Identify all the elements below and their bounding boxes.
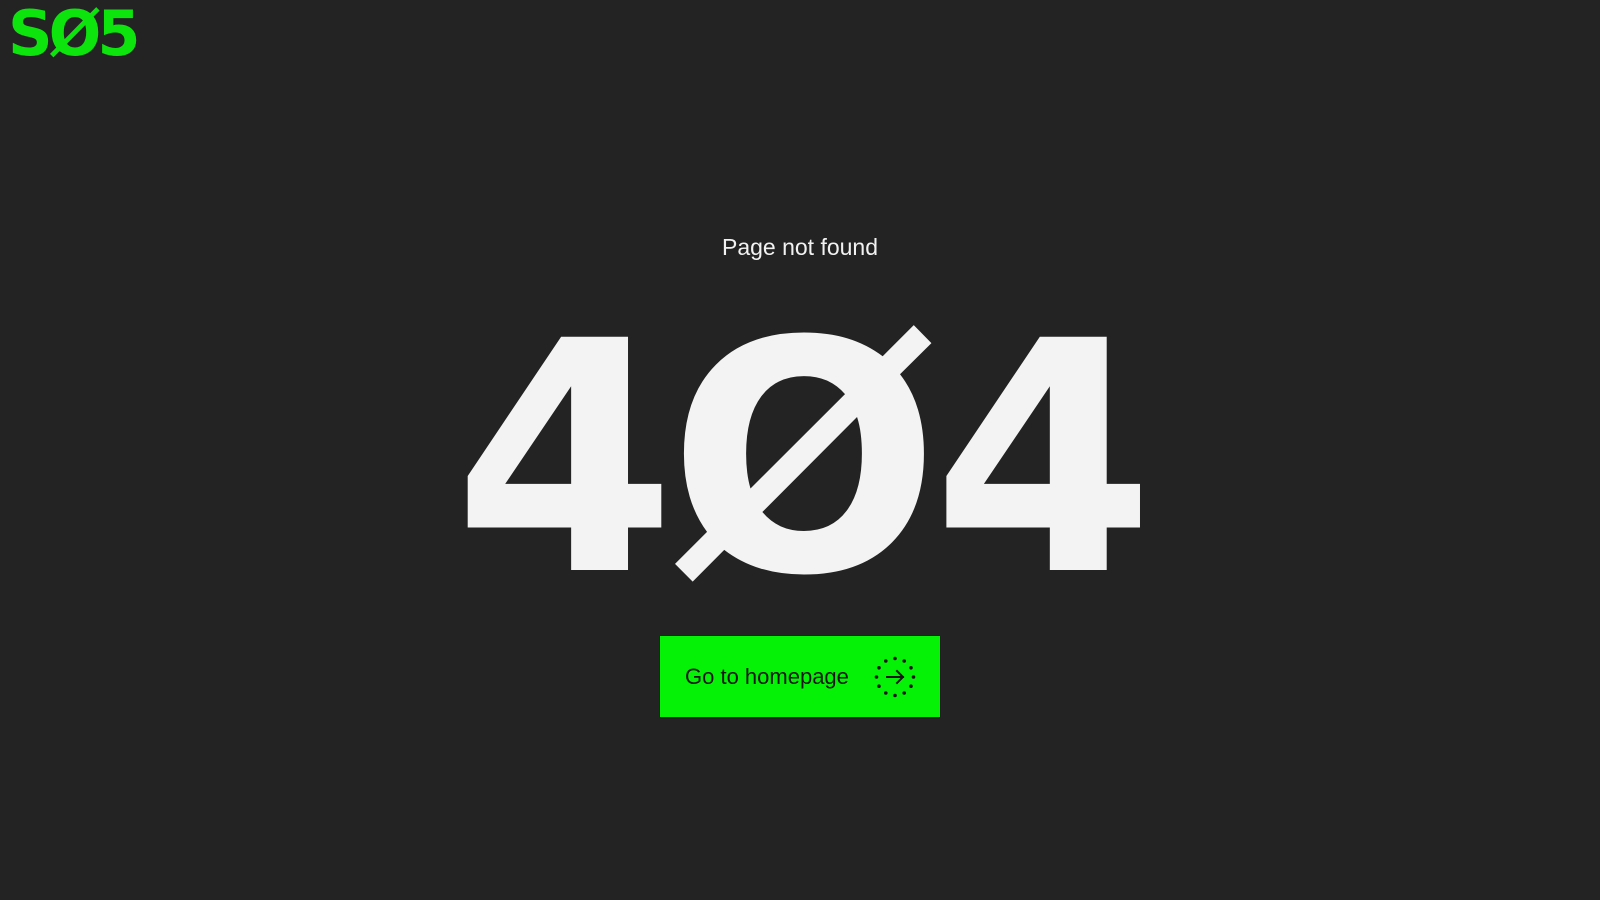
error-code: 4Ø4 [453,274,1154,646]
arrow-right-icon [874,656,916,698]
site-logo[interactable]: SØ5 [8,3,140,65]
error-message: Page not found [721,234,879,260]
go-to-homepage-label: Go to homepage [685,663,849,689]
go-to-homepage-button[interactable]: Go to homepage [660,636,940,717]
